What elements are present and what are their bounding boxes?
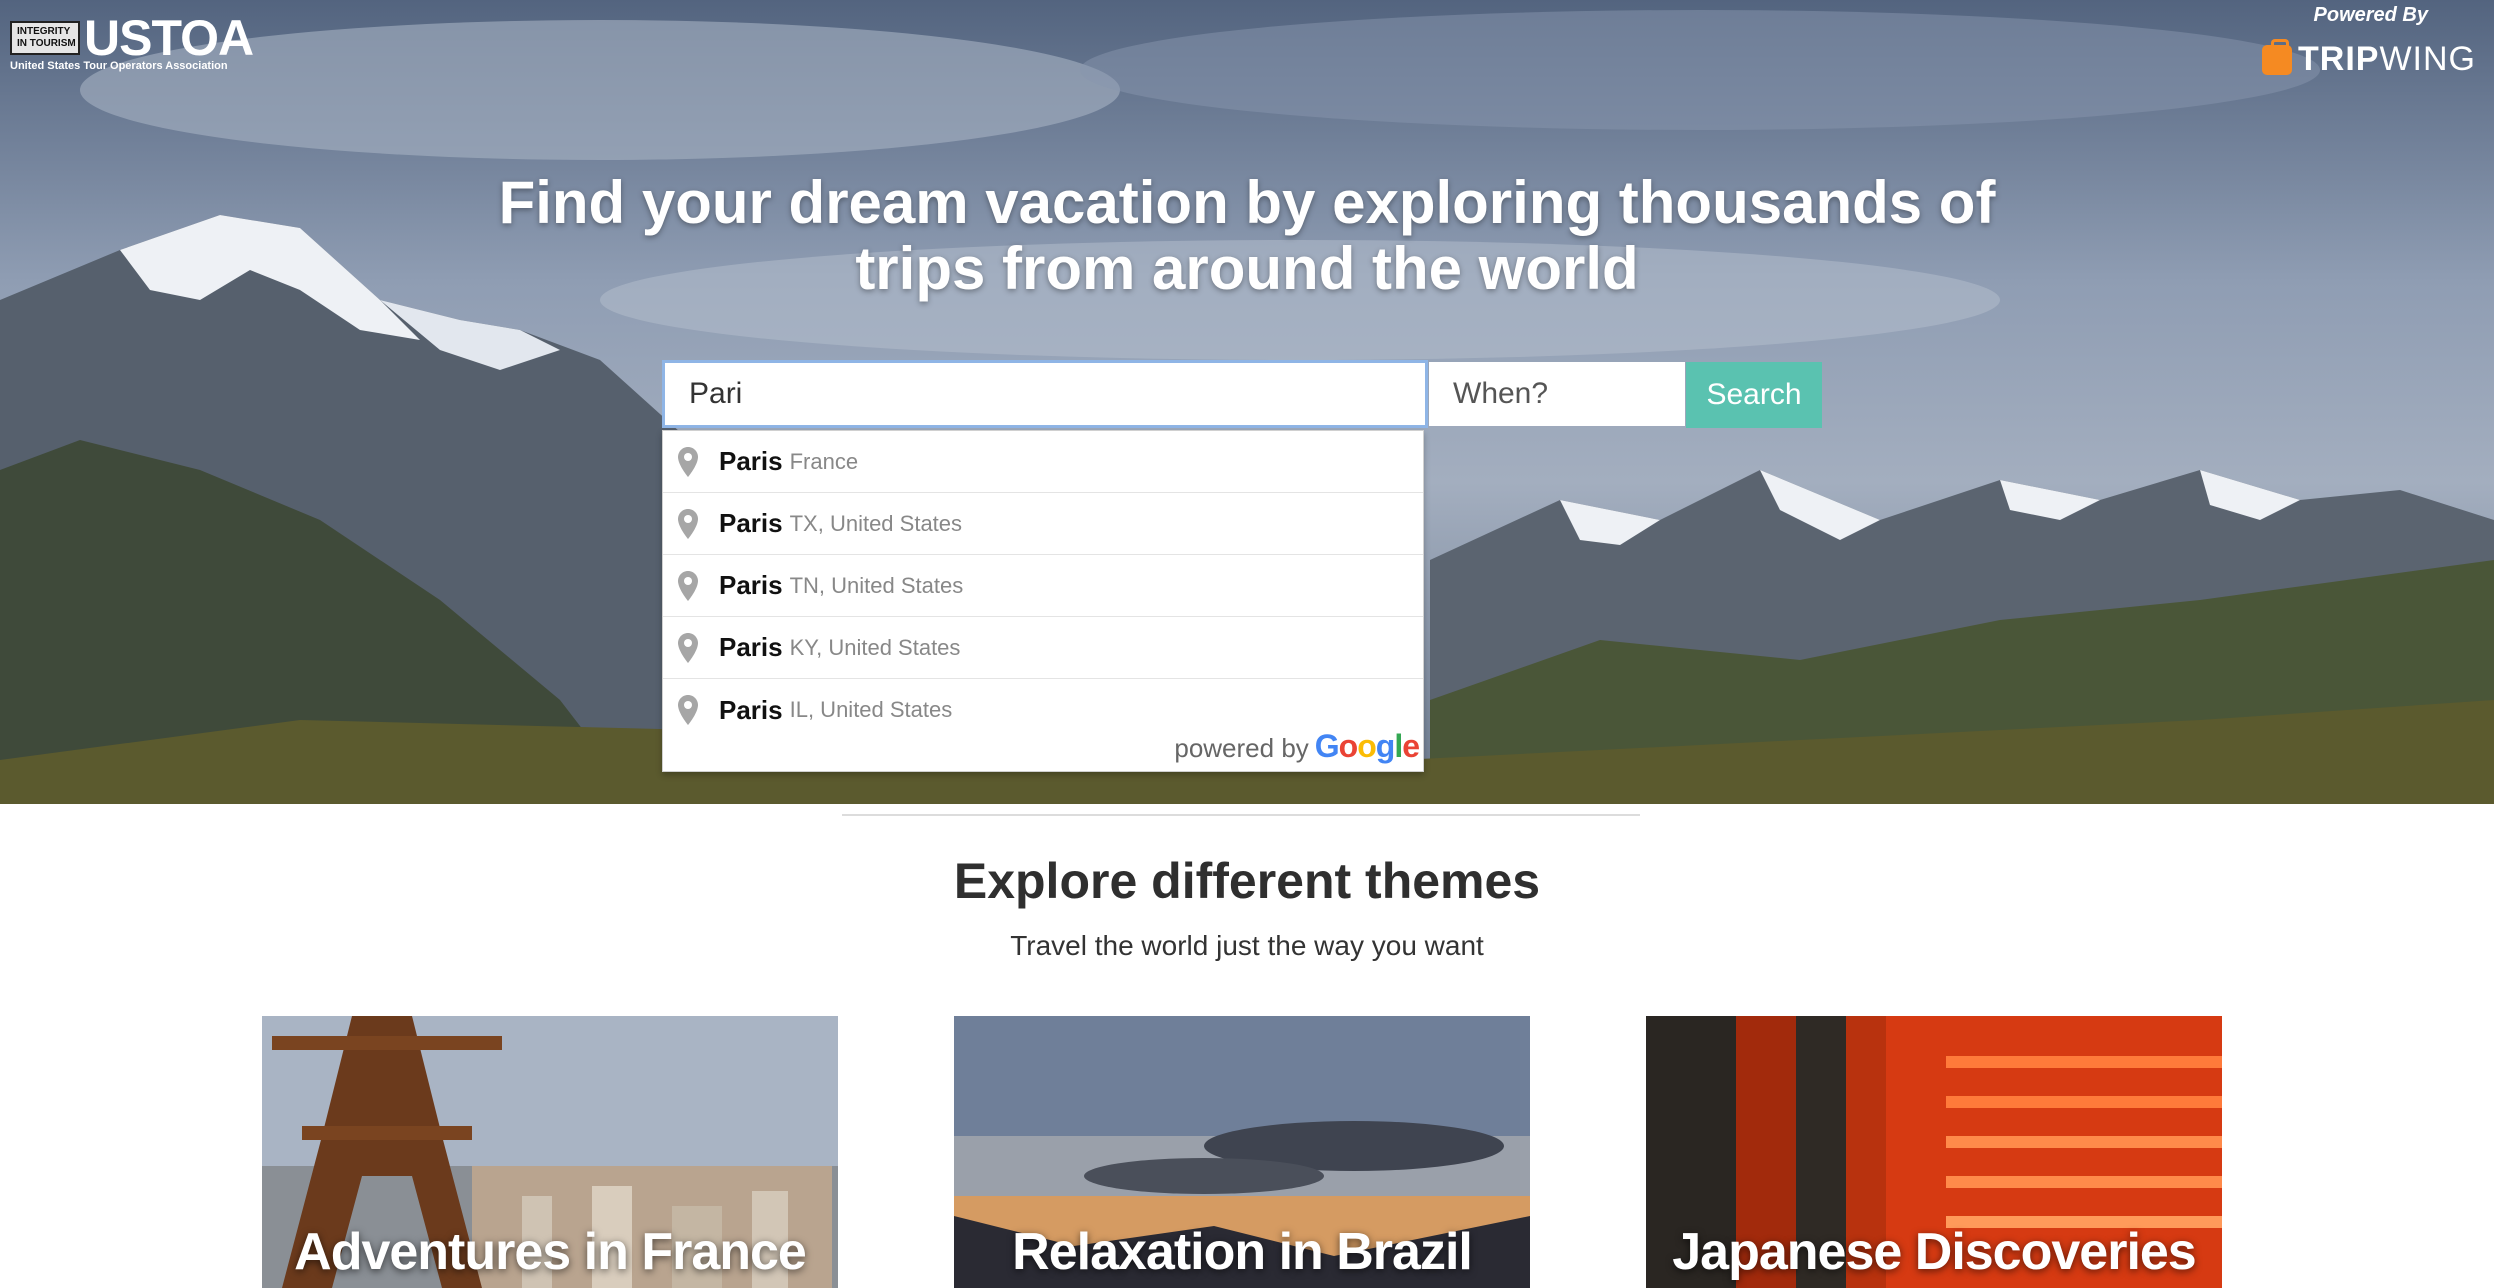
theme-card-brazil[interactable]: Relaxation in Brazil [954, 1016, 1530, 1288]
suggestion-secondary: TX, United States [789, 510, 963, 536]
map-pin-icon [678, 570, 698, 601]
suggestion-secondary: TN, United States [789, 572, 964, 598]
hero-banner: INTEGRITY IN TOURISM USTOA United States… [0, 0, 2494, 804]
destination-input[interactable] [662, 360, 1428, 428]
headline-line-2: trips from around the world [855, 235, 1639, 302]
card-title: Japanese Discoveries [1672, 1223, 2196, 1281]
hero-headline: Find your dream vacation by exploring th… [447, 170, 2047, 302]
card-title: Adventures in France [294, 1223, 807, 1281]
autocomplete-item[interactable]: Paris TN, United States [663, 555, 1423, 617]
autocomplete-item[interactable]: Paris TX, United States [663, 493, 1423, 555]
logo-wordmark: USTOA [84, 10, 254, 66]
themes-title: Explore different themes [953, 853, 1541, 909]
section-divider [842, 814, 1640, 816]
badge-line-2: IN TOURISM [17, 38, 76, 49]
tripwing-logo[interactable]: TRIPWING [2262, 38, 2476, 79]
search-button[interactable]: Search [1686, 362, 1822, 428]
suitcase-icon [2262, 38, 2292, 75]
integrity-badge: INTEGRITY IN TOURISM [10, 21, 80, 55]
map-pin-icon [678, 508, 698, 539]
tripwing-wordmark: TRIPWING [2298, 40, 2476, 78]
suggestion-main: Paris [719, 508, 783, 538]
card-title: Relaxation in Brazil [1012, 1223, 1473, 1281]
autocomplete-dropdown: Paris France Paris TX, United States Par… [662, 430, 1424, 772]
map-pin-icon [678, 695, 698, 725]
theme-card-france[interactable]: Adventures in France [262, 1016, 838, 1288]
map-pin-icon [678, 446, 698, 477]
suggestion-main: Paris [719, 446, 783, 476]
theme-card-japan[interactable]: Japanese Discoveries [1646, 1016, 2222, 1288]
suggestion-secondary: IL, United States [789, 697, 953, 722]
themes-subtitle: Travel the world just the way you want [1010, 930, 1484, 961]
autocomplete-item[interactable]: Paris France [663, 431, 1423, 493]
powered-by-label: Powered By [2313, 4, 2428, 26]
map-pin-icon [678, 632, 698, 663]
suggestion-secondary: France [789, 448, 859, 474]
autocomplete-item[interactable]: Paris KY, United States [663, 617, 1423, 679]
ustoa-logo[interactable]: INTEGRITY IN TOURISM USTOA United States… [10, 10, 254, 74]
headline-line-1: Find your dream vacation by exploring th… [498, 169, 1996, 236]
google-logo: Google [1314, 728, 1420, 764]
suggestion-main: Paris [719, 694, 783, 725]
google-attribution: powered by Google [1174, 728, 1420, 765]
badge-line-1: INTEGRITY [17, 26, 71, 37]
attribution-prefix: powered by [1174, 733, 1309, 763]
suggestion-main: Paris [719, 632, 783, 662]
when-input[interactable] [1429, 362, 1685, 426]
suggestion-secondary: KY, United States [789, 634, 961, 660]
suggestion-main: Paris [719, 570, 783, 600]
logo-subtitle: United States Tour Operators Association [10, 60, 228, 72]
